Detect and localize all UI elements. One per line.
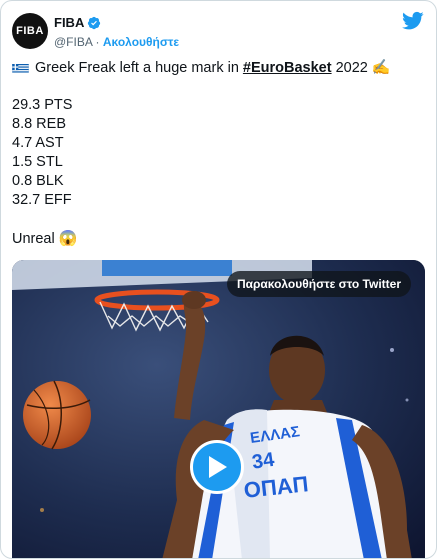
headline-text: Greek Freak left a huge mark in bbox=[35, 60, 243, 76]
stat-line: 4.7 AST bbox=[12, 135, 64, 151]
stat-line: 0.8 BLK bbox=[12, 173, 64, 189]
headline-line: Greek Freak left a huge mark in #EuroBas… bbox=[12, 58, 424, 77]
writing-hand-emoji: ✍️ bbox=[371, 59, 391, 76]
play-icon bbox=[209, 456, 227, 478]
follow-button[interactable]: Ακολουθήστε bbox=[103, 35, 179, 49]
watch-on-twitter-button[interactable]: Παρακολουθήστε στο Twitter bbox=[226, 271, 411, 297]
video-thumbnail[interactable]: ΕΛΛΑΣ 34 ΟΠΑΠ Παρακολουθήστε στο Twitter bbox=[12, 260, 425, 558]
tweet-text: Greek Freak left a huge mark in #EuroBas… bbox=[12, 58, 424, 248]
closing-line: Unreal 😱 bbox=[12, 229, 424, 248]
tweet-card: FIBA FIBA @FIBA · Ακολουθήστε Greek Frea… bbox=[0, 0, 437, 559]
hashtag-link[interactable]: #EuroBasket bbox=[243, 60, 332, 76]
closing-text: Unreal bbox=[12, 231, 59, 247]
author-name-row[interactable]: FIBA bbox=[54, 15, 101, 30]
tweet-header: FIBA FIBA @FIBA · Ακολουθήστε bbox=[12, 11, 424, 51]
separator-dot: · bbox=[92, 35, 103, 49]
dunk-photo: ΕΛΛΑΣ 34 ΟΠΑΠ bbox=[12, 260, 425, 558]
avatar[interactable]: FIBA bbox=[12, 13, 48, 49]
greek-flag-icon bbox=[12, 62, 29, 73]
handle-row: @FIBA · Ακολουθήστε bbox=[54, 35, 179, 49]
display-name[interactable]: FIBA bbox=[54, 15, 84, 30]
author-info: FIBA @FIBA · Ακολουθήστε bbox=[54, 14, 179, 49]
jersey-number: 34 bbox=[251, 449, 277, 474]
headline-suffix: 2022 bbox=[331, 60, 372, 76]
screaming-face-emoji: 😱 bbox=[58, 230, 78, 247]
twitter-bird-icon[interactable] bbox=[402, 11, 424, 31]
avatar-logo-text: FIBA bbox=[16, 25, 44, 37]
stat-line: 29.3 PTS bbox=[12, 97, 73, 113]
handle[interactable]: @FIBA bbox=[54, 35, 92, 49]
stat-line: 1.5 STL bbox=[12, 154, 63, 170]
verified-badge-icon bbox=[88, 16, 101, 29]
stat-line: 32.7 EFF bbox=[12, 192, 72, 208]
play-button[interactable] bbox=[190, 440, 244, 494]
stat-line: 8.8 REB bbox=[12, 116, 66, 132]
